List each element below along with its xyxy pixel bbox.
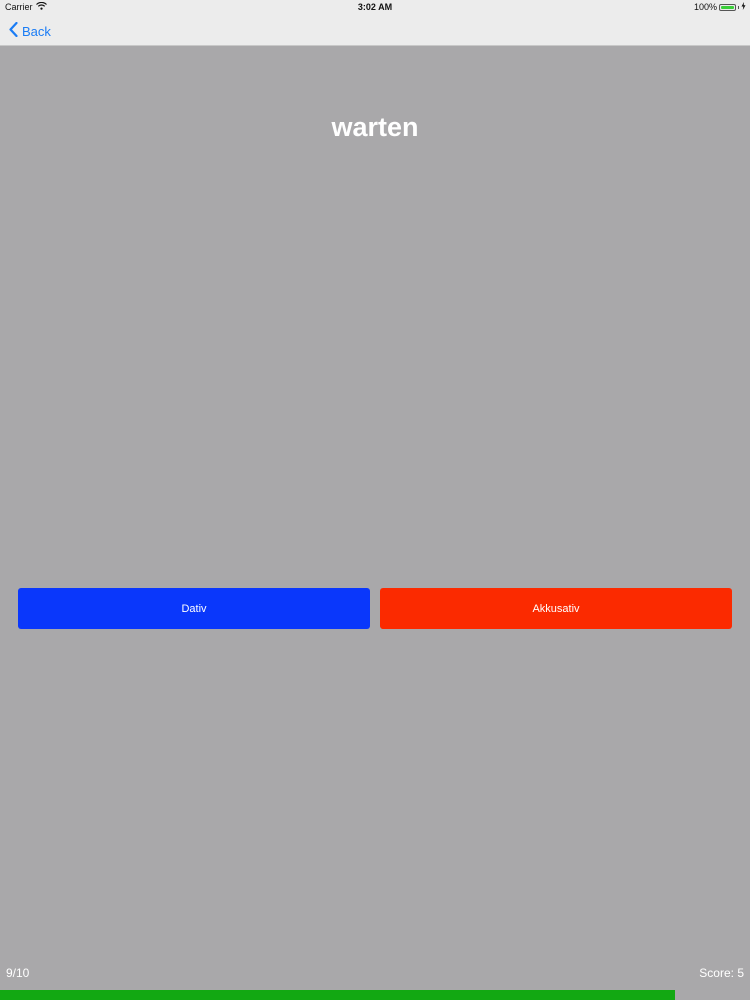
question-progress-label: 9/10	[6, 966, 30, 980]
dativ-button-label: Dativ	[181, 602, 207, 615]
battery-tip	[738, 5, 739, 9]
charging-icon	[741, 2, 746, 12]
navigation-bar: Back	[0, 16, 750, 46]
quiz-word: warten	[331, 112, 419, 142]
status-bar: Carrier 3:02 AM 100%	[0, 0, 750, 16]
progress-bar	[0, 990, 750, 1000]
back-label: Back	[22, 23, 51, 39]
status-time: 3:02 AM	[357, 2, 393, 12]
akkusativ-button-label: Akkusativ	[532, 602, 580, 615]
quiz-screen: Carrier 3:02 AM 100% Back warten Dativ A…	[0, 0, 750, 1000]
score-label: Score: 5	[699, 966, 744, 980]
akkusativ-button[interactable]: Akkusativ	[380, 588, 732, 629]
dativ-button[interactable]: Dativ	[18, 588, 370, 629]
chevron-left-icon	[9, 21, 18, 40]
progress-bar-fill	[0, 990, 675, 1000]
back-button[interactable]: Back	[9, 21, 51, 40]
battery-icon	[719, 3, 736, 11]
battery-percent: 100%	[693, 2, 717, 12]
battery-group: 100%	[694, 2, 746, 12]
